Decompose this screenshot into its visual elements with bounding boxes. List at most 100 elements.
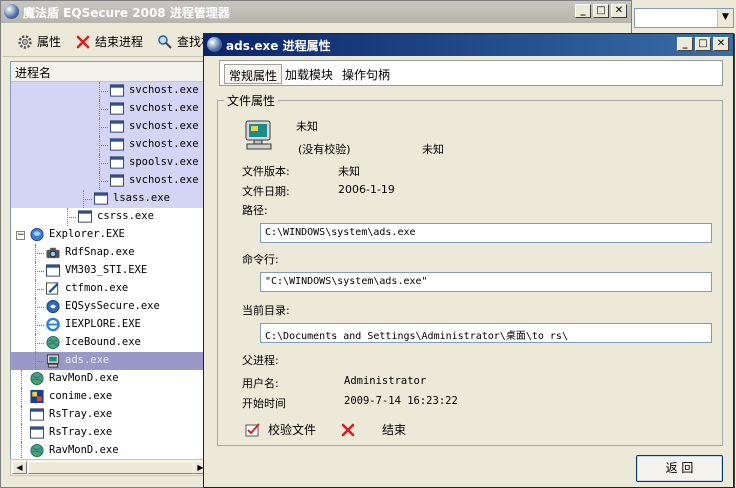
process-name: EQSysSecure.exe	[65, 300, 160, 312]
process-name: ads.exe	[65, 354, 110, 366]
chevron-down-icon[interactable]: ▼	[717, 9, 733, 27]
exe-window-icon	[109, 156, 125, 169]
tab-handles[interactable]: 操作句柄	[338, 64, 394, 84]
process-row[interactable]: svchost.exe	[11, 172, 209, 190]
process-row[interactable]: RsTray.exe	[11, 406, 209, 424]
scroll-thumb[interactable]	[28, 461, 203, 474]
process-row[interactable]: − Explorer.EXE	[11, 226, 209, 244]
tab-general[interactable]: 常规属性	[224, 64, 283, 84]
explorer-icon	[30, 227, 44, 242]
ime-icon	[30, 389, 44, 404]
group-title: 文件属性	[224, 92, 279, 109]
process-row[interactable]: ads.exe	[11, 352, 209, 370]
exe-window-icon	[109, 138, 125, 151]
back-button[interactable]: 返 回	[636, 455, 723, 482]
process-name: RavMonD.exe	[49, 372, 119, 384]
process-name: Explorer.EXE	[49, 228, 125, 240]
process-row[interactable]: svchost.exe	[11, 82, 209, 100]
end-process-button[interactable]: 结束进程	[75, 33, 143, 50]
company-value: 未知	[296, 120, 318, 133]
process-row[interactable]: IEXPLORE.EXE	[11, 316, 209, 334]
process-row[interactable]: conime.exe	[11, 388, 209, 406]
main-window-title: 魔法盾 EQSecure 2008 进程管理器	[23, 6, 230, 20]
process-name: csrss.exe	[97, 210, 154, 222]
globe-icon	[46, 335, 60, 350]
process-name-column-header[interactable]: 进程名	[11, 62, 209, 82]
start-time-label: 开始时间	[242, 397, 286, 410]
user-label: 用户名:	[242, 377, 279, 390]
process-row[interactable]: VM303_STI.EXE	[11, 262, 209, 280]
find-icon	[158, 34, 172, 49]
process-name: ctfmon.exe	[65, 282, 129, 294]
exe-window-icon	[109, 120, 125, 133]
minimize-button[interactable]: _	[575, 4, 591, 18]
dialog-maximize-button[interactable]: □	[695, 37, 711, 51]
process-name: svchost.exe	[129, 120, 199, 132]
globe-icon	[30, 443, 44, 458]
dialog-minimize-button[interactable]: _	[677, 37, 693, 51]
signature-status: (没有校验)	[298, 143, 351, 156]
process-name: svchost.exe	[129, 102, 199, 114]
process-row[interactable]: RsTray.exe	[11, 424, 209, 442]
cwd-label: 当前目录:	[242, 304, 290, 317]
pen-icon	[45, 282, 59, 295]
collapse-icon[interactable]: −	[16, 231, 25, 240]
dialog-close-button[interactable]: ✕	[713, 37, 729, 51]
verify-file-label: 校验文件	[268, 423, 317, 437]
dialog-title-bar[interactable]: ads.exe 进程属性 _ □ ✕	[204, 34, 733, 56]
process-row[interactable]: EQSysSecure.exe	[11, 298, 209, 316]
background-dropdown[interactable]: ▼	[634, 8, 734, 28]
exe-window-icon	[45, 264, 61, 277]
process-row[interactable]: svchost.exe	[11, 100, 209, 118]
exe-window-icon	[109, 84, 125, 97]
process-row[interactable]: svchost.exe	[11, 118, 209, 136]
verify-file-button[interactable]: 校验文件	[244, 421, 316, 438]
process-name: VM303_STI.EXE	[65, 264, 148, 276]
file-date-label: 文件日期:	[242, 185, 290, 198]
tab-modules[interactable]: 加载模块	[281, 64, 337, 84]
properties-button[interactable]: 属性	[17, 33, 61, 50]
process-name: spoolsv.exe	[129, 156, 199, 168]
process-row[interactable]: RdfSnap.exe	[11, 244, 209, 262]
process-name: RsTray.exe	[49, 408, 113, 420]
maximize-button[interactable]: □	[593, 4, 609, 18]
path-field[interactable]: C:\WINDOWS\system\ads.exe	[260, 223, 712, 243]
cmdline-field[interactable]: "C:\WINDOWS\system\ads.exe"	[260, 272, 712, 292]
process-row[interactable]: RavMonD.exe	[11, 442, 209, 460]
computer-icon	[245, 120, 272, 150]
process-row[interactable]: svchost.exe	[11, 136, 209, 154]
process-row[interactable]: spoolsv.exe	[11, 154, 209, 172]
parent-process-label: 父进程:	[242, 354, 279, 367]
end-label: 结束	[382, 423, 407, 437]
cwd-field[interactable]: C:\Documents and Settings\Administrator\…	[260, 323, 712, 343]
end-button[interactable]: 结束	[340, 421, 406, 438]
exe-window-icon	[109, 102, 125, 115]
gear-icon	[18, 34, 32, 49]
globe-icon	[30, 371, 44, 386]
close-button[interactable]: ✕	[611, 4, 627, 18]
file-version-label: 文件版本:	[242, 165, 290, 178]
dialog-tabs: 常规属性 加载模块 操作句柄	[219, 60, 723, 86]
process-row[interactable]: IceBound.exe	[11, 334, 209, 352]
process-name: RdfSnap.exe	[65, 246, 135, 258]
red-x-icon	[341, 423, 355, 436]
exe-window-icon	[109, 174, 125, 187]
start-time-value: 2009-7-14 16:23:22	[344, 395, 458, 407]
process-name: svchost.exe	[129, 84, 199, 96]
process-name: svchost.exe	[129, 174, 199, 186]
verify-icon	[245, 422, 260, 436]
process-row[interactable]: lsass.exe	[11, 190, 209, 208]
horizontal-scrollbar[interactable]: ◀ ▶	[10, 459, 210, 476]
scroll-left-arrow-icon[interactable]: ◀	[12, 461, 27, 474]
eqsecure-app-icon	[207, 37, 222, 52]
signature-value: 未知	[422, 143, 444, 156]
process-row[interactable]: ctfmon.exe	[11, 280, 209, 298]
red-x-icon	[76, 35, 90, 48]
process-name: conime.exe	[49, 390, 113, 402]
computer-icon	[46, 354, 60, 368]
file-version-value: 未知	[338, 165, 360, 178]
main-title-bar[interactable]: 魔法盾 EQSecure 2008 进程管理器 _ □ ✕	[1, 1, 631, 23]
process-tree[interactable]: 进程名 svchost.exe svchost.exe svchost.exe svc…	[10, 61, 210, 476]
process-row[interactable]: csrss.exe	[11, 208, 209, 226]
process-row[interactable]: RavMonD.exe	[11, 370, 209, 388]
